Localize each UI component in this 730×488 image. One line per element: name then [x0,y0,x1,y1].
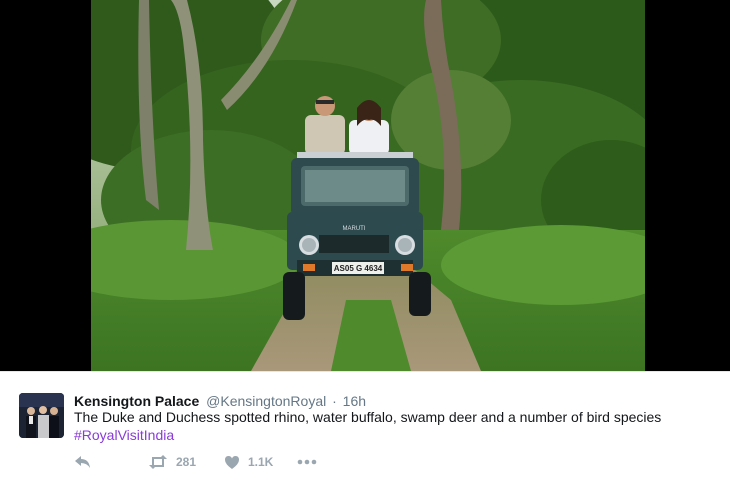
avatar[interactable] [19,393,64,438]
retweet-icon [149,455,167,469]
timestamp[interactable]: 16h [343,393,366,409]
tweet-body: The Duke and Duchess spotted rhino, wate… [74,409,662,425]
author-name[interactable]: Kensington Palace [74,393,199,409]
reply-button[interactable] [74,452,92,472]
hashtag-link[interactable]: #RoyalVisitIndia [74,427,174,444]
retweet-button[interactable]: 281 [148,452,196,472]
reply-icon [75,456,90,468]
svg-text:MARUTI: MARUTI [343,226,366,232]
tweet-actions: 281 1.1K [74,452,374,472]
more-icon [297,459,317,465]
retweet-count: 281 [176,455,197,469]
separator: · [332,393,337,409]
avatar-photo [19,393,64,438]
tweet-card: Kensington Palace @KensingtonRoyal · 16h… [0,371,730,488]
like-button[interactable]: 1.1K [224,452,273,472]
tweet-photo[interactable]: MARUTI AS05 G 4634 [91,0,645,371]
like-count: 1.1K [248,455,274,469]
author-handle[interactable]: @KensingtonRoyal [206,393,326,409]
svg-text:AS05 G 4634: AS05 G 4634 [334,264,383,273]
heart-icon [225,455,239,469]
tweet-header: Kensington Palace @KensingtonRoyal · 16h [74,392,366,410]
safari-photo: MARUTI AS05 G 4634 [91,0,645,371]
more-button[interactable] [297,452,317,472]
tweet-text: The Duke and Duchess spotted rhino, wate… [74,409,714,444]
media-viewer: MARUTI AS05 G 4634 [0,0,730,371]
